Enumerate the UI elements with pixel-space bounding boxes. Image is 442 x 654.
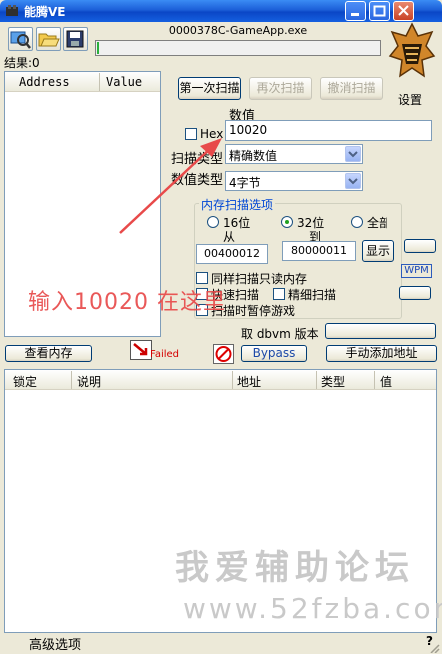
pause-game-label: 扫描时暂停游戏 [211,304,296,318]
cheat-table[interactable]: 锁定 说明 地址 类型 值 我爱辅助论坛 www.52fzba.com [4,369,442,633]
dbvm-button[interactable] [325,323,436,339]
cheat-table-header: 锁定 说明 地址 类型 值 [5,370,436,390]
undo-scan-button[interactable]: 撤消扫描 [320,77,383,100]
fine-scan-label: 精细扫描 [288,288,337,302]
value-type-select[interactable]: 4字节 [225,171,363,191]
scan-progress-bar [95,40,381,56]
from-address-input[interactable]: 00400012 [196,244,268,264]
found-address-list[interactable]: Address Value [4,71,161,337]
hex-label: Hex [200,127,224,141]
radio-16bit[interactable] [207,216,219,228]
settings-link[interactable]: 设置 [398,91,422,108]
maximize-icon [373,5,386,17]
readonly-memory-label: 同样扫描只读内存 [211,272,308,286]
close-icon [398,5,409,16]
next-scan-button[interactable]: 再次扫描 [249,77,312,100]
side-button-lower[interactable] [399,286,431,300]
hex-checkbox[interactable] [185,128,197,140]
column-value[interactable]: Value [106,75,142,89]
fine-scan-checkbox[interactable] [273,288,285,300]
to-address-input[interactable]: 80000011 [282,241,356,261]
maximize-button[interactable] [369,1,390,21]
address-list-header: Address Value [5,72,160,92]
progress-fill [97,42,99,54]
column-description[interactable]: 说明 [77,373,101,390]
readonly-memory-checkbox[interactable] [196,272,208,284]
dbvm-version-label: 取 dbvm 版本 [241,327,319,341]
minimize-button[interactable] [345,1,366,21]
radio-32bit[interactable] [281,216,293,228]
fast-scan-checkbox[interactable] [196,288,208,300]
from-label: 从 [223,230,236,244]
wpm-indicator[interactable]: WPM [401,264,432,278]
failed-status: Failed [150,349,180,360]
column-lock[interactable]: 锁定 [13,373,37,390]
chevron-down-icon [348,178,358,185]
column-address[interactable]: Address [19,75,70,89]
watermark-url: www.52fzba.com [183,592,442,625]
open-file-button[interactable] [36,27,61,51]
logo-icon [388,22,436,78]
view-memory-button[interactable]: 查看内存 [5,345,92,362]
close-button[interactable] [393,1,414,21]
side-button-upper[interactable] [404,239,436,253]
resize-grip-icon[interactable] [428,642,440,653]
value-type-dropdown-arrow[interactable] [345,173,361,189]
advanced-options-link[interactable]: 高级选项 [29,634,81,653]
pause-game-checkbox[interactable] [196,304,208,316]
column-type[interactable]: 类型 [321,373,345,390]
save-button[interactable] [63,27,88,51]
value-type-label: 数值类型 [171,173,224,188]
column-value[interactable]: 值 [380,373,392,390]
radio-all-label: 全部 [367,216,387,230]
scan-type-label: 扫描类型 [171,152,224,167]
results-count: 结果:0 [4,56,40,70]
watermark-chinese: 我爱辅助论坛 [175,548,415,588]
window-title: 能腾VE [24,5,66,19]
chevron-down-icon [348,151,358,158]
column-address[interactable]: 地址 [237,373,261,390]
value-type-value: 4字节 [229,176,261,190]
radio-all[interactable] [351,216,363,228]
stop-icon[interactable] [213,344,234,364]
process-name: 0000378C-GameApp.exe [168,24,308,37]
minimize-icon [351,13,359,16]
bypass-button[interactable]: Bypass [241,345,307,362]
pointer-arrow-icon[interactable] [130,340,152,360]
fast-scan-label: 快速扫描 [211,288,260,302]
scan-type-value: 精确数值 [229,149,278,163]
computer-search-icon [10,31,31,49]
value-input[interactable]: 10020 [225,120,432,141]
show-button[interactable]: 显示 [362,240,394,262]
first-scan-button[interactable]: 第一次扫描 [178,77,241,100]
scan-type-select[interactable]: 精确数值 [225,144,363,164]
open-process-button[interactable] [8,27,33,51]
app-icon [6,5,18,16]
save-disk-icon [66,30,84,48]
folder-open-icon [38,33,60,47]
memory-options-title: 内存扫描选项 [199,196,276,213]
add-address-manually-button[interactable]: 手动添加地址 [326,345,437,362]
scan-type-dropdown-arrow[interactable] [345,146,361,162]
